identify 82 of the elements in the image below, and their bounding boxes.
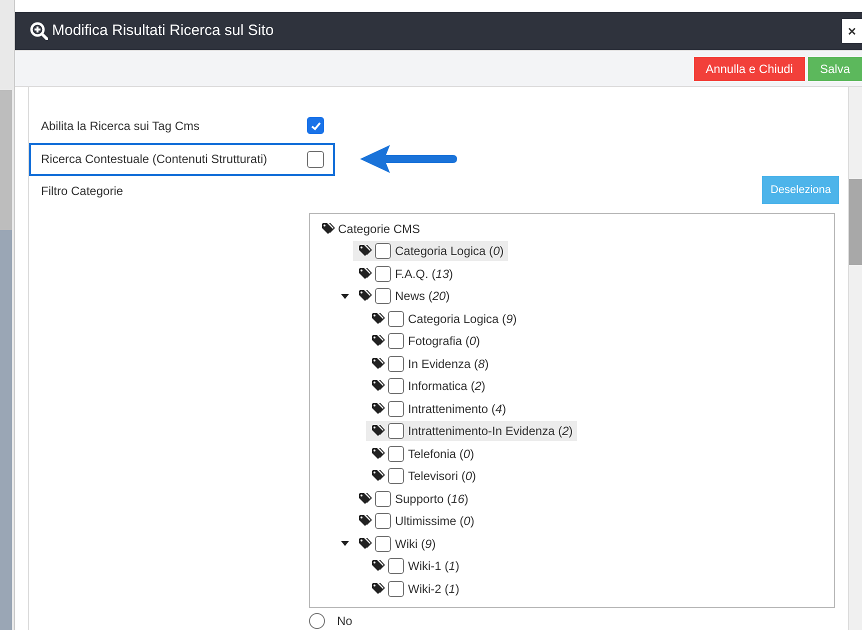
checkbox[interactable]	[388, 378, 404, 394]
checkbox[interactable]	[388, 558, 404, 574]
tag-icon	[359, 290, 372, 302]
checkbox[interactable]	[388, 423, 404, 440]
arrow-icon	[360, 144, 458, 174]
scrollbar-thumb[interactable]	[849, 179, 862, 265]
radio-label: No	[337, 613, 352, 630]
tree-label: News (20)	[395, 288, 450, 306]
tree-item[interactable]: Wiki-1 (1)	[366, 556, 464, 576]
tag-icon	[372, 358, 385, 370]
tree-root-label: Categorie CMS	[338, 221, 420, 238]
checkbox[interactable]	[388, 333, 404, 350]
tree-item[interactable]: Supporto (16)	[353, 488, 472, 509]
tag-icon	[359, 268, 372, 280]
caret-icon[interactable]	[341, 541, 349, 546]
tree-label: Intrattenimento-In Evidenza (2)	[408, 423, 573, 440]
zoom-in-icon	[30, 22, 48, 40]
tag-icon	[372, 380, 385, 392]
tree-label: Wiki (9)	[395, 536, 436, 553]
cancel-button[interactable]: Annulla e Chiudi	[694, 56, 805, 80]
tree-item[interactable]: Informatica (2)	[366, 376, 490, 396]
tag-icon	[372, 335, 385, 348]
checkbox[interactable]	[388, 310, 404, 327]
tree-item[interactable]: Wiki-2 (1)	[366, 578, 464, 599]
tag-icon	[359, 515, 372, 528]
tree-item[interactable]: Intrattenimento-In Evidenza (2)	[366, 421, 577, 442]
tree-label: Categoria Logica (0)	[395, 243, 504, 260]
tree-label: Wiki-1 (1)	[408, 558, 460, 576]
tree-item[interactable]: Telefonia (0)	[366, 444, 478, 464]
tag-icon	[372, 402, 385, 415]
checkbox[interactable]	[375, 266, 391, 282]
checkbox[interactable]	[375, 288, 391, 304]
tag-icon	[372, 425, 385, 438]
tree-label: Ultimissime (0)	[395, 513, 474, 530]
tree-label: Televisori (0)	[408, 468, 476, 486]
checkbox[interactable]	[375, 243, 391, 260]
tree-item[interactable]: Fotografia (0)	[366, 331, 484, 352]
window-title: Modifica Risultati Ricerca sul Sito	[52, 20, 274, 41]
tree-item[interactable]: News (20)	[353, 286, 454, 306]
caret-icon[interactable]	[341, 294, 349, 299]
checkbox[interactable]	[388, 446, 404, 462]
tree-item[interactable]: F.A.Q. (13)	[353, 264, 458, 284]
tag-icon	[359, 492, 372, 505]
checkbox[interactable]	[307, 117, 324, 134]
checkbox[interactable]	[375, 490, 391, 507]
checkbox[interactable]	[307, 150, 324, 168]
filter-label: Filtro Categorie	[40, 183, 124, 200]
option-label: Abilita la Ricerca sui Tag Cms	[41, 118, 201, 135]
option-label: Ricerca Contestuale (Contenuti Strutturati)	[41, 151, 268, 168]
tree-item[interactable]: Televisori (0)	[366, 466, 480, 486]
tree-label: In Evidenza (8)	[408, 356, 489, 373]
tree-item[interactable]: Ultimissime (0)	[353, 511, 478, 532]
checkbox[interactable]	[375, 513, 391, 530]
tag-icon	[322, 223, 335, 235]
checkbox[interactable]	[388, 400, 404, 417]
tree-label: Fotografia (0)	[408, 333, 480, 350]
tree-label: Intrattenimento (4)	[408, 400, 506, 418]
tag-icon	[372, 560, 385, 572]
tree-item[interactable]: Wiki (9)	[353, 534, 440, 554]
tree-label: Wiki-2 (1)	[408, 580, 460, 598]
checkbox[interactable]	[388, 356, 404, 372]
tree-item[interactable]: Categoria Logica (9)	[366, 308, 521, 329]
checkbox[interactable]	[375, 536, 391, 552]
tag-icon	[372, 448, 385, 460]
tag-icon	[359, 538, 372, 550]
check-icon	[310, 120, 322, 132]
tree-item[interactable]: In Evidenza (8)	[366, 354, 493, 374]
close-button[interactable]: ×	[842, 19, 862, 43]
tree-label: F.A.Q. (13)	[395, 266, 454, 283]
tree-label: Categoria Logica (9)	[408, 310, 517, 328]
tag-icon	[372, 582, 385, 595]
tree-label: Informatica (2)	[408, 378, 486, 396]
checkbox[interactable]	[388, 468, 404, 484]
tree-label: Telefonia (0)	[408, 446, 474, 463]
tag-icon	[372, 470, 385, 482]
tree-item[interactable]: Categoria Logica (0)	[353, 241, 508, 262]
checkbox[interactable]	[388, 580, 404, 597]
tree-item[interactable]: Intrattenimento (4)	[366, 398, 510, 419]
tag-icon	[372, 312, 385, 325]
radio-button[interactable]	[309, 613, 325, 629]
tag-icon	[359, 245, 372, 258]
tree-label: Supporto (16)	[395, 490, 468, 508]
